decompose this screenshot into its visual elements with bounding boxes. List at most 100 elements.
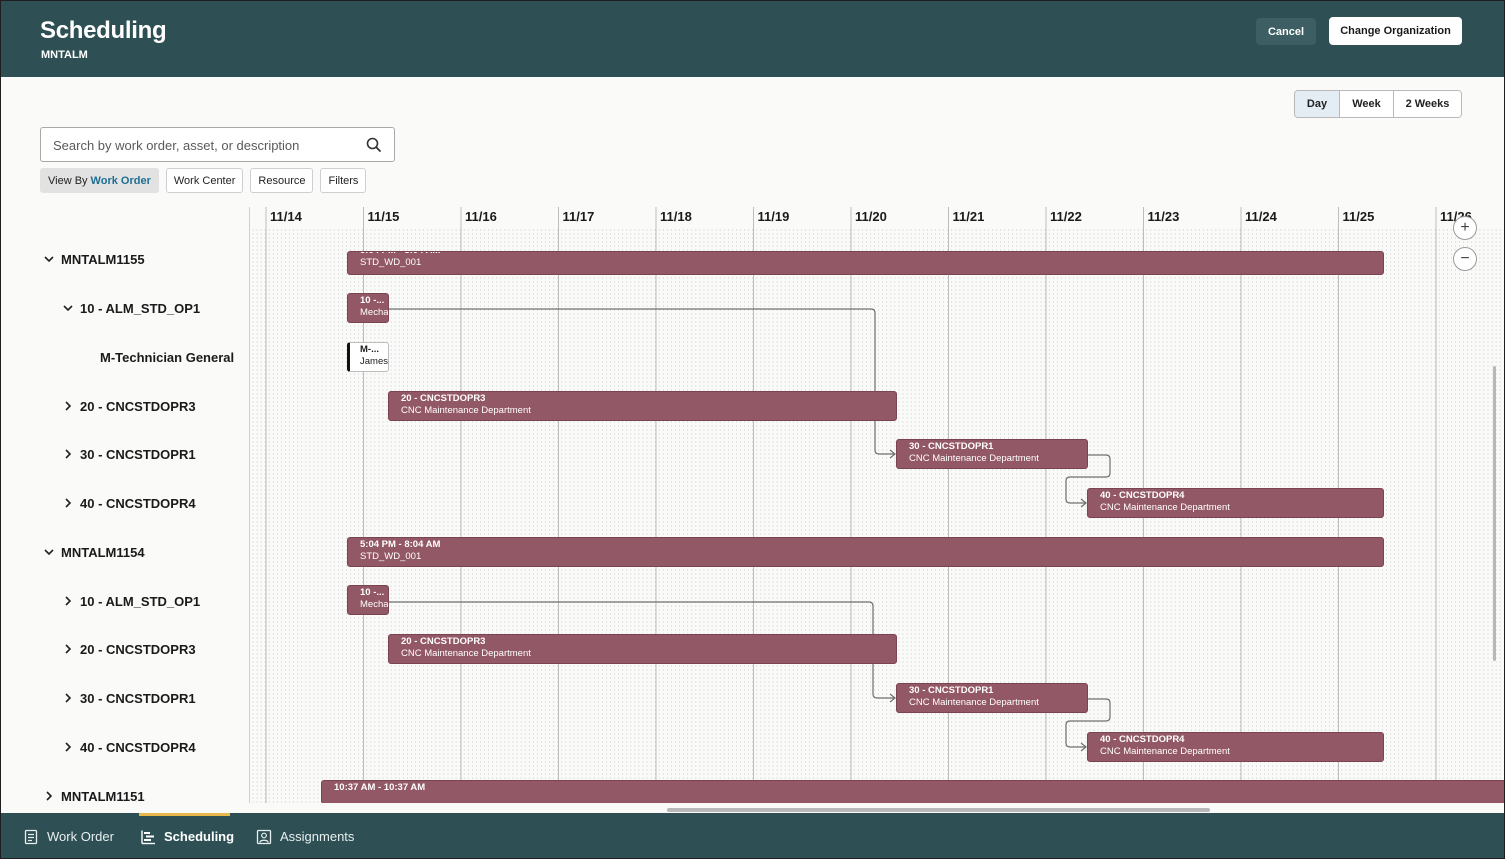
bar-1154-op30[interactable]: 30 - CNCSTDOPR1 CNC Maintenance Departmen… — [896, 683, 1088, 713]
app-frame: Scheduling MNTALM Cancel Change Organiza… — [0, 0, 1505, 859]
time-range-toggle: Day Week 2 Weeks — [1294, 90, 1462, 118]
bar-subtitle: CNC Maintenance Department — [1100, 502, 1230, 513]
range-day-button[interactable]: Day — [1295, 91, 1340, 117]
search-box — [40, 127, 395, 162]
tree-row-1154-op30[interactable]: 30 - CNCSTDOPR1 — [61, 688, 196, 708]
tree-row-label: 20 - CNCSTDOPR3 — [80, 398, 196, 414]
nav-work-order-label: Work Order — [47, 829, 114, 844]
chevron-down-icon[interactable] — [61, 301, 75, 315]
person-badge-icon — [256, 829, 272, 844]
nav-work-order[interactable]: Work Order — [23, 813, 114, 858]
view-by-prefix: View By — [48, 174, 88, 187]
tree-row-label: MNTALM1155 — [61, 251, 145, 267]
bar-subtitle: STD_WD_001 — [360, 257, 422, 268]
bar-title: 10 -... — [360, 295, 385, 306]
bar-title: 20 - CNCSTDOPR3 — [401, 636, 486, 647]
horizontal-scrollbar[interactable] — [667, 808, 1210, 812]
view-by-resource-chip[interactable]: Resource — [250, 168, 314, 193]
range-week-button[interactable]: Week — [1340, 91, 1394, 117]
nav-scheduling-label: Scheduling — [164, 829, 235, 844]
tree-row-label: MNTALM1154 — [61, 544, 145, 560]
search-icon[interactable] — [364, 135, 384, 155]
chevron-down-icon[interactable] — [42, 545, 56, 559]
chevron-right-icon[interactable] — [61, 740, 75, 754]
chevron-right-icon[interactable] — [61, 642, 75, 656]
tree-row-mntalm1154[interactable]: MNTALM1154 — [42, 542, 145, 562]
tree-row-label: 40 - CNCSTDOPR4 — [80, 739, 196, 755]
bar-subtitle: CNC Maintenance Department — [1100, 746, 1230, 757]
bar-subtitle: STD_WD_001 — [360, 551, 422, 562]
tree-row-1154-op20[interactable]: 20 - CNCSTDOPR3 — [61, 639, 196, 659]
tree-row-label: 30 - CNCSTDOPR1 — [80, 690, 196, 706]
bar-title: M-... — [360, 344, 379, 355]
bar-1155-op40[interactable]: 40 - CNCSTDOPR4 CNC Maintenance Departmen… — [1087, 488, 1384, 518]
chevron-right-icon[interactable] — [42, 789, 56, 803]
tree-row-label: 20 - CNCSTDOPR3 — [80, 641, 196, 657]
zoom-out-button[interactable]: − — [1453, 247, 1477, 271]
tree-row-1155-op10[interactable]: 10 - ALM_STD_OP1 — [61, 298, 200, 318]
chevron-right-icon[interactable] — [61, 399, 75, 413]
chevron-right-icon[interactable] — [61, 496, 75, 510]
bar-subtitle: Mecha — [360, 307, 389, 318]
nav-assignments[interactable]: Assignments — [256, 813, 355, 858]
tree-row-1155-op20[interactable]: 20 - CNCSTDOPR3 — [61, 396, 196, 416]
bar-subtitle: CNC Maintenance Department — [401, 648, 531, 659]
bar-mntalm1151[interactable]: 10:37 AM - 10:37 AM — [321, 780, 1504, 803]
bar-1155-op10[interactable]: 10 -... Mecha — [347, 293, 389, 323]
view-by-work-order-label: Work Order — [90, 174, 151, 187]
tree-row-label: 10 - ALM_STD_OP1 — [80, 593, 201, 609]
bar-title: 5:04 PM - 8:04 AM — [360, 539, 441, 550]
organization-code: MNTALM — [41, 49, 88, 61]
bar-1155-op30[interactable]: 30 - CNCSTDOPR1 CNC Maintenance Departmen… — [896, 439, 1088, 469]
bar-mntalm1154[interactable]: 5:04 PM - 8:04 AM STD_WD_001 — [347, 537, 1384, 567]
change-organization-button[interactable]: Change Organization — [1329, 17, 1462, 45]
gantt-icon — [141, 830, 155, 844]
page-title: Scheduling — [40, 17, 167, 44]
tree-row-mntalm1155[interactable]: MNTALM1155 — [42, 249, 145, 269]
bar-1154-op20[interactable]: 20 - CNCSTDOPR3 CNC Maintenance Departmen… — [388, 634, 897, 664]
search-input[interactable] — [53, 136, 353, 154]
bar-mntalm1155[interactable]: 5:04 PM - 8:04 AMSTD_WD_001 — [347, 251, 1384, 275]
view-by-work-order-chip[interactable]: View By Work Order — [40, 168, 159, 193]
chevron-right-icon[interactable] — [61, 691, 75, 705]
bar-subtitle: James — [360, 356, 388, 367]
page-header: Scheduling MNTALM Cancel Change Organiza… — [1, 1, 1504, 77]
tree-row-mntalm1151[interactable]: MNTALM1151 — [42, 786, 145, 806]
filters-chip[interactable]: Filters — [320, 168, 367, 193]
gantt-chart: 11/14 11/15 11/16 11/17 11/18 11/19 11/20 11/21… — [249, 207, 1504, 803]
vertical-scrollbar[interactable] — [1493, 366, 1496, 661]
tree-row-label: 40 - CNCSTDOPR4 — [80, 495, 196, 511]
tree-row-label: M-Technician General — [100, 349, 235, 365]
bottom-navigation: Work Order Scheduling Assignments — [1, 813, 1504, 858]
chevron-right-icon[interactable] — [61, 594, 75, 608]
view-by-chips: View By Work Order Work Center Resource … — [40, 168, 367, 193]
bar-title: 40 - CNCSTDOPR4 — [1100, 734, 1185, 745]
zoom-in-button[interactable]: + — [1453, 216, 1477, 240]
bar-subtitle: CNC Maintenance Department — [401, 405, 531, 416]
tree-row-1154-op10[interactable]: 10 - ALM_STD_OP1 — [61, 591, 200, 611]
document-icon — [24, 829, 38, 844]
nav-scheduling[interactable]: Scheduling — [140, 813, 235, 858]
tree-row-label: 30 - CNCSTDOPR1 — [80, 446, 196, 462]
nav-assignments-label: Assignments — [280, 829, 355, 844]
cancel-button[interactable]: Cancel — [1256, 18, 1316, 45]
bar-title: 20 - CNCSTDOPR3 — [401, 393, 486, 404]
bar-1155-op20[interactable]: 20 - CNCSTDOPR3 CNC Maintenance Departmen… — [388, 391, 897, 421]
bar-title: 30 - CNCSTDOPR1 — [909, 685, 994, 696]
view-by-work-center-chip[interactable]: Work Center — [165, 168, 244, 193]
range-two-weeks-button[interactable]: 2 Weeks — [1394, 91, 1461, 117]
chevron-right-icon[interactable] — [61, 447, 75, 461]
bar-1154-op40[interactable]: 40 - CNCSTDOPR4 CNC Maintenance Departmen… — [1087, 732, 1384, 762]
tree-row-1155-op40[interactable]: 40 - CNCSTDOPR4 — [61, 493, 196, 513]
bar-subtitle: Mecha — [360, 599, 389, 610]
tree-row-label: 10 - ALM_STD_OP1 — [80, 300, 201, 316]
bar-title: 30 - CNCSTDOPR1 — [909, 441, 994, 452]
chevron-down-icon[interactable] — [42, 252, 56, 266]
bar-1155-technician[interactable]: M-... James — [347, 342, 389, 372]
tree-row-1155-technician[interactable]: M-Technician General — [100, 347, 234, 367]
tree-row-1154-op40[interactable]: 40 - CNCSTDOPR4 — [61, 737, 196, 757]
bar-subtitle: CNC Maintenance Department — [909, 697, 1039, 708]
tree-row-1155-op30[interactable]: 30 - CNCSTDOPR1 — [61, 444, 196, 464]
link-op10-op30 — [389, 308, 895, 455]
bar-1154-op10[interactable]: 10 -... Mecha — [347, 585, 389, 615]
